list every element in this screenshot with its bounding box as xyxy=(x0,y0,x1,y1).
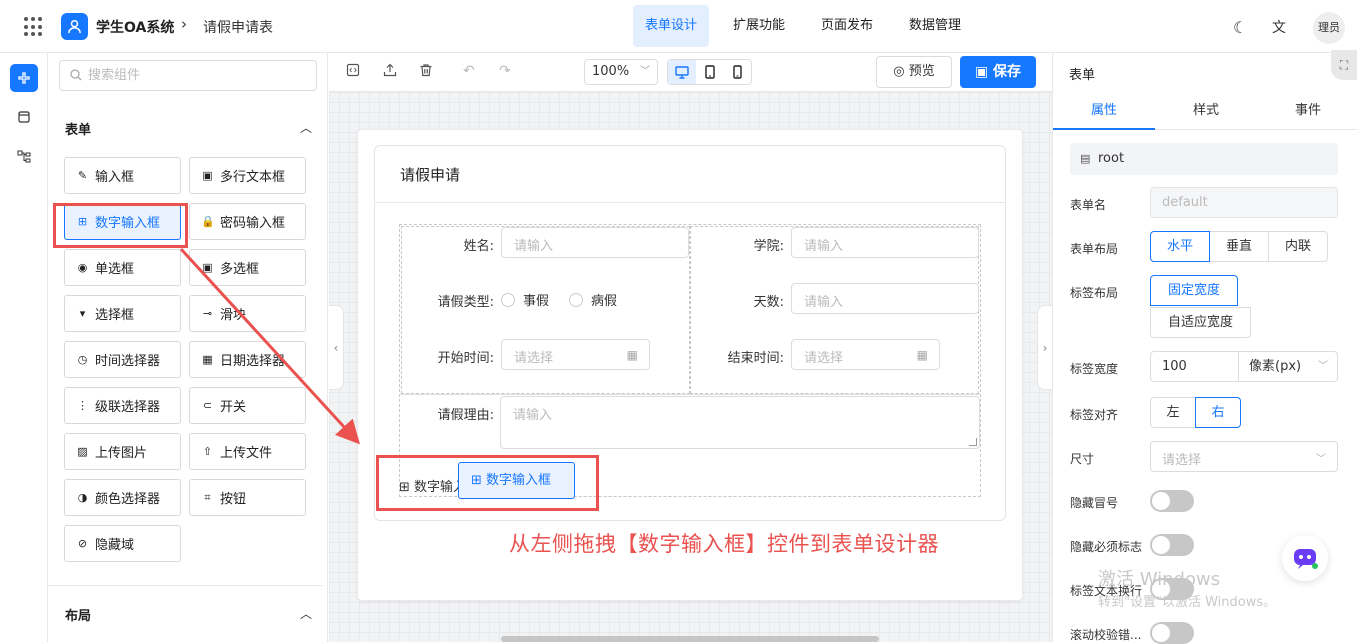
layout-vertical-option[interactable]: 垂直 xyxy=(1209,231,1269,262)
size-label: 尺寸 xyxy=(1070,452,1095,466)
label-align-label: 标签对齐 xyxy=(1070,408,1119,422)
align-right-option[interactable]: 右 xyxy=(1195,397,1241,428)
size-select[interactable]: 请选择 ﹀ xyxy=(1150,441,1338,472)
hide-colon-toggle[interactable] xyxy=(1150,490,1194,512)
form-name-label: 表单名 xyxy=(1070,198,1107,212)
hide-colon-label: 隐藏冒号 xyxy=(1070,496,1119,510)
label-layout-label: 标签布局 xyxy=(1070,286,1119,300)
scroll-validate-label: 滚动校验错... xyxy=(1070,628,1142,642)
tab-events[interactable]: 事件 xyxy=(1257,92,1357,130)
active-tab-indicator xyxy=(1053,128,1155,130)
root-label: root xyxy=(1098,151,1125,166)
property-tabs: 属性 样式 事件 xyxy=(1053,92,1357,130)
property-panel-title: 表单 xyxy=(1069,68,1096,83)
label-fixed-width-option[interactable]: 固定宽度 xyxy=(1150,275,1238,306)
hide-required-toggle[interactable] xyxy=(1150,534,1194,556)
tab-properties[interactable]: 属性 xyxy=(1053,92,1155,130)
annotation-text: 从左侧拖拽【数字输入框】控件到表单设计器 xyxy=(509,532,939,556)
label-auto-width-option[interactable]: 自适应宽度 xyxy=(1150,307,1251,338)
chevron-down-icon: ﹀ xyxy=(1316,454,1326,465)
hide-required-label: 隐藏必须标志 xyxy=(1070,540,1143,554)
activation-watermark-hint: 转到"设置"以激活 Windows。 xyxy=(1098,595,1277,610)
chatbot-icon[interactable] xyxy=(1282,535,1328,581)
scroll-validate-toggle[interactable] xyxy=(1150,622,1194,644)
label-width-label: 标签宽度 xyxy=(1070,362,1119,376)
root-node[interactable]: ▤ root xyxy=(1070,143,1338,175)
size-placeholder: 请选择 xyxy=(1162,453,1202,468)
form-node-icon: ▤ xyxy=(1080,152,1091,165)
fullscreen-icon[interactable]: ⛶ xyxy=(1331,50,1357,80)
layout-inline-option[interactable]: 内联 xyxy=(1268,231,1328,262)
activation-watermark-title: 激活 Windows xyxy=(1098,569,1221,590)
form-layout-label: 表单布局 xyxy=(1070,242,1119,256)
form-name-input: default xyxy=(1150,187,1338,218)
label-width-unit-select[interactable]: 像素(px) ﹀ xyxy=(1238,351,1338,382)
layout-horizontal-option[interactable]: 水平 xyxy=(1150,231,1210,262)
align-left-option[interactable]: 左 xyxy=(1150,397,1196,428)
chevron-down-icon: ﹀ xyxy=(1318,361,1328,372)
label-width-unit: 像素(px) xyxy=(1249,359,1302,374)
tab-styles[interactable]: 样式 xyxy=(1155,92,1257,130)
label-width-value: 100 xyxy=(1162,359,1187,374)
